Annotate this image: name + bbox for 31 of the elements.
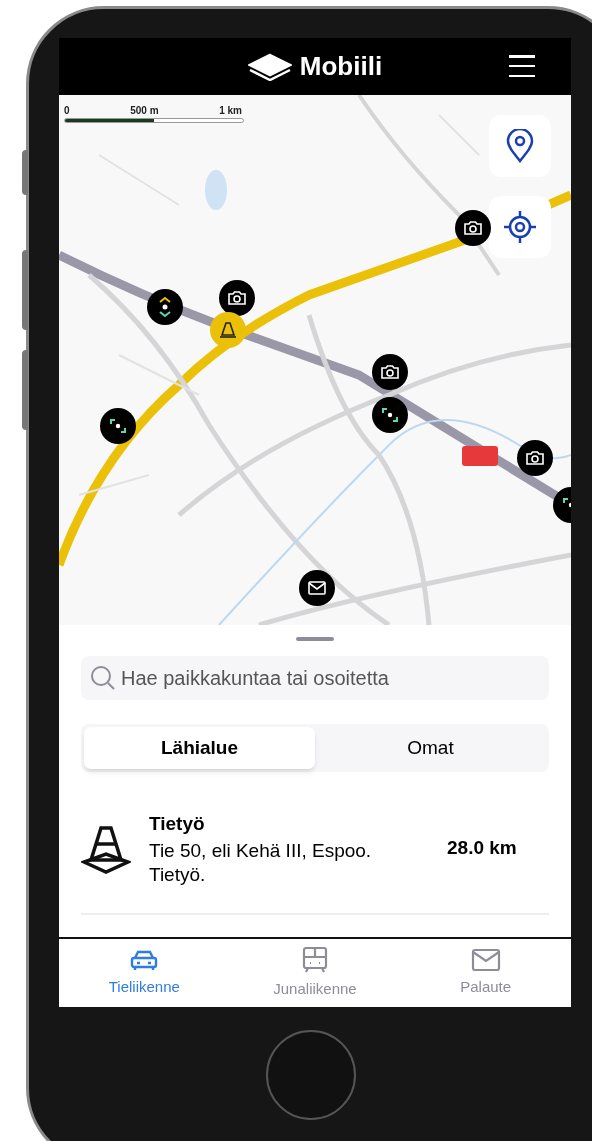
train-icon (302, 945, 328, 974)
location-pin-icon (506, 129, 534, 163)
tab-bar-item[interactable]: Tieliikenne (59, 939, 230, 1007)
location-pin-button[interactable] (489, 115, 551, 177)
camera-icon (463, 220, 483, 236)
locate-button[interactable] (489, 196, 551, 258)
incident-description: Tie 50, eli Kehä III, Espoo. Tietyö. (149, 838, 373, 887)
app-title: Mobiili (299, 50, 383, 83)
camera-icon (380, 364, 400, 380)
camera-icon (227, 290, 247, 306)
traffic-cone-icon (219, 321, 237, 339)
mail-icon (307, 580, 327, 596)
scale-label: 0 (64, 104, 70, 118)
menu-button[interactable] (509, 55, 535, 77)
crosshair-icon (503, 210, 537, 244)
logo-icon (247, 52, 292, 81)
scale-label: 1 km (219, 104, 242, 118)
incident-distance: 28.0 km (447, 836, 517, 860)
incident-row[interactable]: Tietyö Tie 50, eli Kehä III, Espoo. Tietyö. 28.0 km (81, 810, 549, 915)
camera-icon (525, 450, 545, 466)
search-icon (89, 664, 117, 692)
mail-icon (470, 947, 501, 972)
scan-icon (108, 416, 128, 436)
incident-title: Tietyö (149, 812, 206, 836)
segment-tab[interactable]: Omat (315, 727, 546, 769)
side-key (22, 150, 28, 195)
drag-handle[interactable] (296, 637, 334, 641)
scan-icon (380, 405, 400, 425)
scale-label: 500 m (130, 104, 159, 118)
segment-tab[interactable]: Lähialue (84, 727, 315, 769)
search-field[interactable]: Hae paikkakuntaa tai osoitetta (81, 656, 549, 700)
